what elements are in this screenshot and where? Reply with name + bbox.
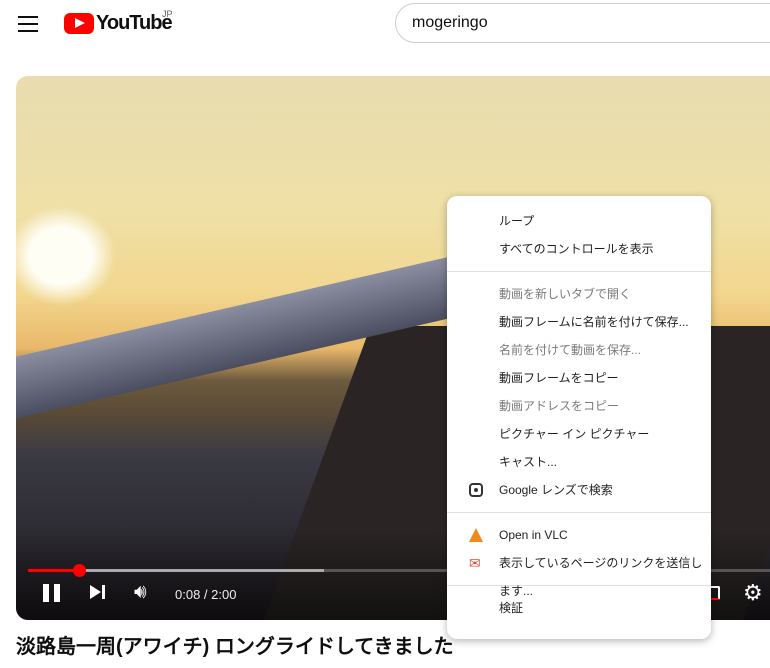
menu-item-send-link[interactable]: ✉ 表示しているページのリンクを送信します... xyxy=(447,549,711,598)
menu-item-open-video-new-tab: 動画を新しいタブで開く xyxy=(499,287,632,301)
youtube-play-icon xyxy=(64,13,94,34)
header: YouTube JP mogeringo xyxy=(0,0,770,56)
menu-item-open-in-vlc[interactable]: Open in VLC xyxy=(447,521,711,549)
menu-divider xyxy=(447,585,711,586)
next-button[interactable] xyxy=(90,584,106,600)
menu-item-save-frame-as[interactable]: 動画フレームに名前を付けて保存... xyxy=(447,308,711,336)
menu-item-label: Google レンズで検索 xyxy=(499,483,613,497)
scrubber-handle[interactable] xyxy=(72,564,86,577)
menu-icon[interactable] xyxy=(18,16,38,32)
mail-icon: ✉ xyxy=(469,555,481,571)
menu-item-copy-video-address: 動画アドレスをコピー xyxy=(499,399,620,413)
logo-text: YouTube xyxy=(96,12,173,34)
context-menu: ループ すべてのコントロールを表示 動画を新しいタブで開く 動画フレームに名前を… xyxy=(447,196,711,639)
menu-item-show-controls[interactable]: すべてのコントロールを表示 xyxy=(447,235,711,263)
menu-item-google-lens[interactable]: Google レンズで検索 xyxy=(447,476,711,504)
pause-button[interactable] xyxy=(43,584,61,602)
search-input[interactable]: mogeringo xyxy=(395,3,770,43)
volume-icon[interactable]: 🔊︎ xyxy=(134,581,147,604)
played-bar xyxy=(28,569,79,572)
region-label: JP xyxy=(162,9,173,19)
menu-divider xyxy=(447,271,711,272)
menu-item-cast[interactable]: キャスト... xyxy=(447,448,711,476)
menu-item-label: 表示しているページのリンクを送信します... xyxy=(499,556,703,598)
menu-item-picture-in-picture[interactable]: ピクチャー イン ピクチャー xyxy=(447,420,711,448)
menu-divider xyxy=(447,512,711,513)
menu-item-inspect[interactable]: 検証 xyxy=(447,594,711,622)
menu-item-save-video-as: 名前を付けて動画を保存... xyxy=(499,343,642,357)
time-display: 0:08 / 2:00 xyxy=(175,587,237,602)
video-title: 淡路島一周(アワイチ) ロングライドしてきました xyxy=(16,636,454,658)
settings-gear-icon[interactable]: ⚙ xyxy=(743,580,763,606)
video-frame-sun xyxy=(16,206,116,306)
menu-item-copy-frame[interactable]: 動画フレームをコピー xyxy=(447,364,711,392)
menu-item-label: Open in VLC xyxy=(499,528,568,542)
youtube-logo[interactable]: YouTube JP xyxy=(64,9,173,35)
google-lens-icon xyxy=(469,483,483,497)
menu-item-loop[interactable]: ループ xyxy=(447,207,711,235)
vlc-icon xyxy=(469,528,483,542)
